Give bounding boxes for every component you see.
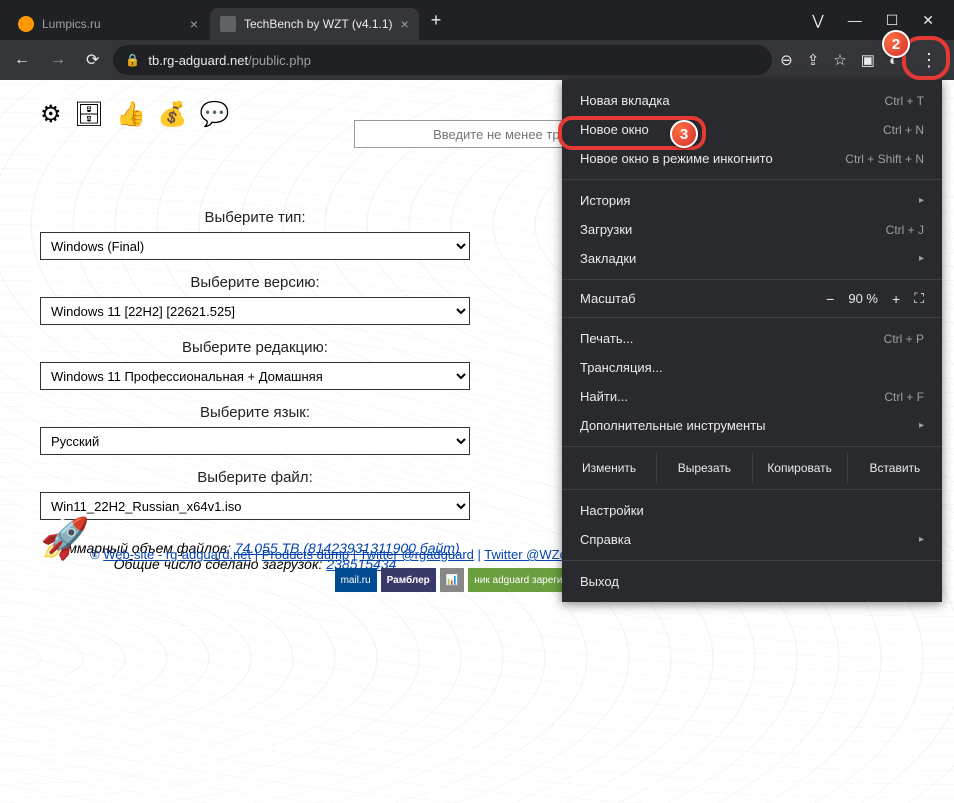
- annotation-2-badge: 2: [882, 30, 910, 58]
- extensions-icon[interactable]: ▣: [861, 51, 875, 69]
- footer-link[interactable]: Twitter @rgadguard: [360, 547, 474, 562]
- footer-link[interactable]: Web-site - rg-adguard.net: [103, 547, 251, 562]
- download-form: Выберите тип: Windows (Final) Выберите в…: [40, 209, 470, 520]
- menu-help[interactable]: Справка▸: [562, 525, 942, 554]
- url-bar[interactable]: 🔒 tb.rg-adguard.net/public.php: [113, 45, 772, 75]
- menu-button[interactable]: ⋮: [912, 46, 946, 75]
- menu-cut[interactable]: Вырезать: [657, 453, 752, 483]
- share-icon[interactable]: ⇪: [807, 51, 820, 69]
- menu-bookmarks[interactable]: Закладки▸: [562, 244, 942, 273]
- toolbar: ← → ⟳ 🔒 tb.rg-adguard.net/public.php ⊖ ⇪…: [0, 40, 954, 80]
- database-icon[interactable]: 🗄: [74, 100, 104, 129]
- menu-settings[interactable]: Настройки: [562, 496, 942, 525]
- menu-separator: [562, 446, 942, 447]
- tab-techbench[interactable]: TechBench by WZT (v4.1.1) ×: [210, 8, 419, 40]
- menu-incognito[interactable]: Новое окно в режиме инкогнитоCtrl + Shif…: [562, 144, 942, 173]
- menu-separator: [562, 317, 942, 318]
- zoom-out-button[interactable]: −: [826, 291, 834, 307]
- menu-history[interactable]: История▸: [562, 186, 942, 215]
- menu-exit[interactable]: Выход: [562, 567, 942, 596]
- footer-link[interactable]: Products dump: [262, 547, 349, 562]
- star-icon[interactable]: ☆: [833, 51, 846, 69]
- tab-title: TechBench by WZT (v4.1.1): [244, 17, 393, 31]
- menu-print[interactable]: Печать...Ctrl + P: [562, 324, 942, 353]
- menu-edit-row: Изменить Вырезать Копировать Вставить: [562, 453, 942, 483]
- minimize-icon[interactable]: ⋁: [812, 12, 823, 29]
- favicon-techbench: [220, 16, 236, 32]
- fullscreen-button[interactable]: ⛶: [914, 290, 924, 307]
- url-text: tb.rg-adguard.net/public.php: [148, 53, 311, 68]
- back-button[interactable]: ←: [8, 47, 36, 73]
- type-select[interactable]: Windows (Final): [40, 232, 470, 260]
- copyright: ©: [90, 547, 103, 562]
- menu-cast[interactable]: Трансляция...: [562, 353, 942, 382]
- edition-label: Выберите редакцию:: [40, 339, 470, 356]
- edition-select[interactable]: Windows 11 Профессиональная + Домашняя: [40, 362, 470, 390]
- menu-separator: [562, 560, 942, 561]
- close-window-icon[interactable]: ✕: [922, 12, 934, 29]
- toolbar-right: ⊖ ⇪ ☆ ▣ ◐ ⋮: [780, 46, 946, 75]
- lang-select[interactable]: Русский: [40, 427, 470, 455]
- menu-more-tools[interactable]: Дополнительные инструменты▸: [562, 411, 942, 440]
- menu-copy[interactable]: Копировать: [753, 453, 848, 483]
- menu-new-tab[interactable]: Новая вкладкаCtrl + T: [562, 86, 942, 115]
- titlebar: Lumpics.ru × TechBench by WZT (v4.1.1) ×…: [0, 0, 954, 40]
- zoom-in-button[interactable]: +: [892, 291, 900, 307]
- liveinternet-badge[interactable]: 📊: [440, 568, 464, 592]
- line-icon[interactable]: ―: [848, 12, 862, 29]
- lock-icon: 🔒: [125, 53, 140, 67]
- mailru-badge[interactable]: mail.ru: [335, 568, 377, 592]
- menu-separator: [562, 489, 942, 490]
- zoom-value: 90 %: [848, 291, 878, 306]
- window-controls: ⋁ ― ☐ ✕: [812, 12, 946, 29]
- gear-icon[interactable]: ⚙: [40, 100, 62, 129]
- close-icon[interactable]: ×: [190, 16, 198, 32]
- zoom-label: Масштаб: [580, 291, 636, 306]
- zoom-icon[interactable]: ⊖: [780, 51, 793, 69]
- menu-zoom: Масштаб − 90 % + ⛶: [562, 286, 942, 311]
- tab-title: Lumpics.ru: [42, 17, 101, 31]
- chrome-menu: Новая вкладкаCtrl + T Новое окноCtrl + N…: [562, 80, 942, 602]
- menu-find[interactable]: Найти...Ctrl + F: [562, 382, 942, 411]
- donate-icon[interactable]: 💰: [158, 100, 188, 129]
- help-icon[interactable]: 💬: [200, 100, 230, 129]
- version-label: Выберите версию:: [40, 274, 470, 291]
- lang-label: Выберите язык:: [40, 404, 470, 421]
- menu-new-window[interactable]: Новое окноCtrl + N: [562, 115, 942, 144]
- menu-downloads[interactable]: ЗагрузкиCtrl + J: [562, 215, 942, 244]
- annotation-3-badge: 3: [670, 120, 698, 148]
- favicon-lumpics: [18, 16, 34, 32]
- reload-button[interactable]: ⟳: [80, 46, 105, 74]
- new-tab-button[interactable]: +: [431, 10, 442, 31]
- close-icon[interactable]: ×: [401, 16, 409, 32]
- like-icon[interactable]: 👍: [116, 100, 146, 129]
- menu-edit-label: Изменить: [562, 453, 657, 483]
- file-label: Выберите файл:: [40, 469, 470, 486]
- type-label: Выберите тип:: [40, 209, 470, 226]
- version-select[interactable]: Windows 11 [22H2] [22621.525]: [40, 297, 470, 325]
- tab-lumpics[interactable]: Lumpics.ru ×: [8, 8, 208, 40]
- menu-separator: [562, 279, 942, 280]
- menu-separator: [562, 179, 942, 180]
- file-select[interactable]: Win11_22H2_Russian_x64v1.iso: [40, 492, 470, 520]
- menu-paste[interactable]: Вставить: [848, 453, 942, 483]
- rambler-badge[interactable]: Рамблер: [381, 568, 436, 592]
- maximize-icon[interactable]: ☐: [886, 12, 899, 29]
- forward-button[interactable]: →: [44, 47, 72, 73]
